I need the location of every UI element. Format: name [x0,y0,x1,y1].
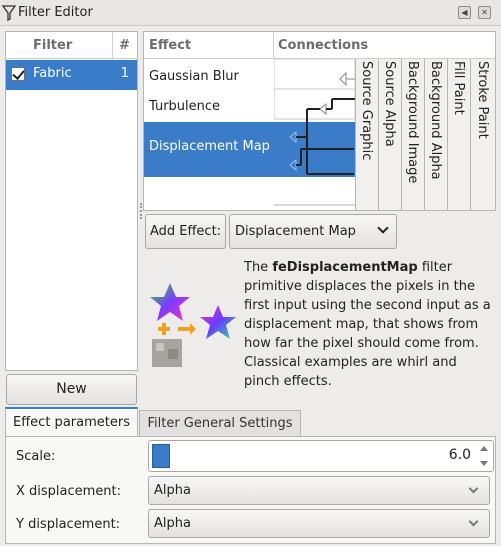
y-displacement-select[interactable]: Alpha [148,509,490,538]
chevron-down-icon [468,516,479,527]
effect-column-header[interactable]: Effect [144,32,274,59]
x-displacement-label: X displacement: [16,484,122,499]
decrement-icon[interactable] [480,461,488,466]
tab-effect-parameters[interactable]: Effect parameters [5,407,138,437]
increment-icon[interactable] [480,446,488,451]
add-effect-button[interactable]: Add Effect: [145,214,226,249]
filter-column-header[interactable]: Filter [6,32,113,59]
effect-description: The feDisplacementMap filter primitive d… [244,258,494,391]
count-column-header[interactable]: # [113,32,137,59]
connection-graph [274,59,356,206]
collapse-button[interactable]: ◀ [458,6,471,19]
title-bar: Filter Editor ◀ ✕ [0,0,501,26]
filter-list: Filter # Fabric 1 [5,31,138,371]
connections-column-header[interactable]: Connections [274,32,495,59]
filter-row-fabric[interactable]: Fabric 1 [6,60,137,90]
scale-spinbox[interactable]: 6.0 [148,440,494,472]
scale-label: Scale: [16,449,56,464]
description-text: filter primitive displaces the pixels in… [244,260,491,389]
y-displacement-value: Alpha [154,516,191,531]
filter-count: 1 [120,66,129,81]
description-lead: The [244,260,273,275]
source-graphic-label: Source Graphic [359,61,374,161]
x-displacement-select[interactable]: Alpha [148,476,490,505]
chevron-down-icon [377,222,389,234]
background-image-label: Background Image [405,61,420,184]
background-alpha-label: Background Alpha [428,61,443,180]
close-icon: ✕ [481,8,488,17]
scale-value: 6.0 [448,447,471,463]
fill-paint-label: Fill Paint [451,61,466,115]
pane-splitter-handle[interactable] [140,203,142,219]
displacement-illustration-icon [150,283,236,367]
effect-list-header: Effect Connections [144,32,495,59]
effect-type-select[interactable]: Displacement Map [229,214,397,249]
close-button[interactable]: ✕ [478,6,491,19]
chevron-down-icon [468,483,479,494]
scale-level-bar[interactable] [152,444,170,468]
source-alpha-label: Source Alpha [382,61,397,147]
stroke-paint-label: Stroke Paint [475,61,490,139]
y-displacement-label: Y displacement: [16,517,121,532]
filter-name: Fabric [33,66,72,81]
effect-list: Effect Connections Gaussian Blur Turbule… [143,31,496,211]
primitive-name: feDisplacementMap [272,260,418,275]
effect-type-value: Displacement Map [235,224,356,239]
collapse-icon: ◀ [461,8,468,17]
new-filter-button[interactable]: New [6,374,137,405]
window-title: Filter Editor [18,5,93,20]
filter-enabled-checkbox[interactable] [11,67,25,81]
tab-filter-general-settings[interactable]: Filter General Settings [139,410,301,437]
effect-row-label: Displacement Map [149,139,270,154]
funnel-icon [2,5,16,21]
x-displacement-value: Alpha [154,483,191,498]
